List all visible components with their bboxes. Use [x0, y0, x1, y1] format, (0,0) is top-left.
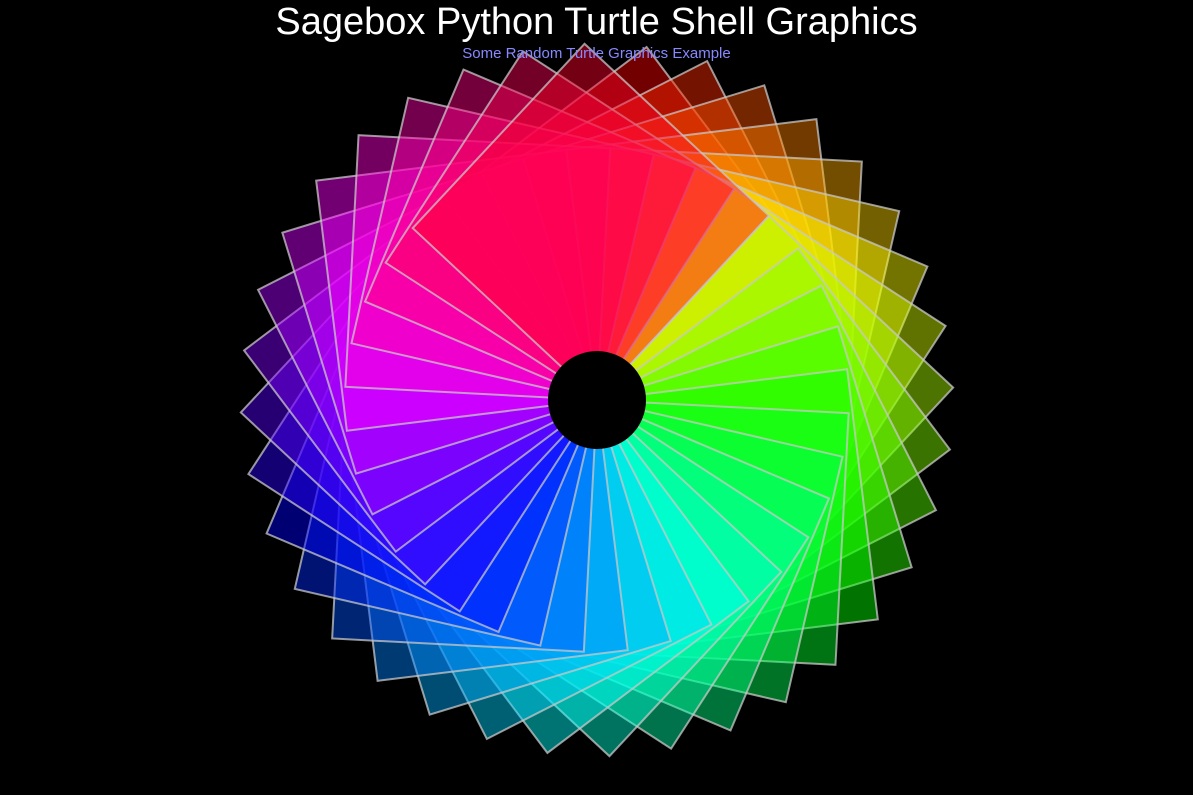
window-title: Sagebox Python Turtle Shell Graphics — [275, 1, 918, 43]
turtle-canvas — [239, 42, 955, 758]
center-hole — [548, 351, 646, 449]
window-subtitle: Some Random Turtle Graphics Example — [462, 45, 731, 62]
graphics-window: Sagebox Python Turtle Shell Graphics Som… — [0, 0, 1193, 795]
